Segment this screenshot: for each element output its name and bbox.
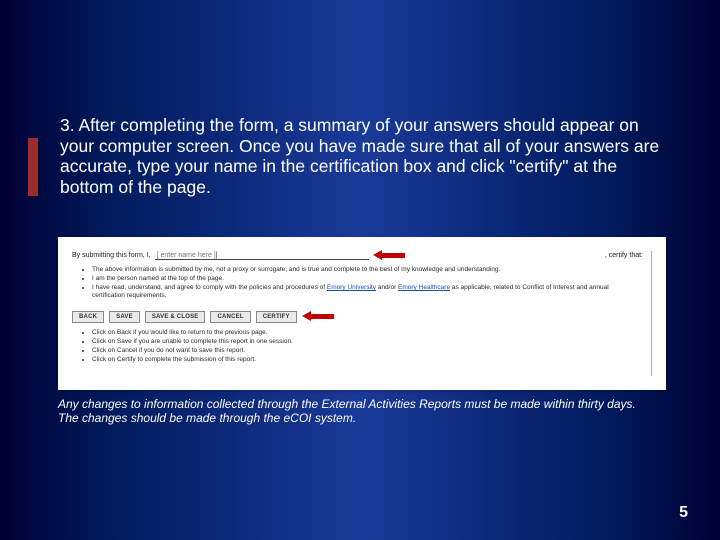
instruction-text: 3. After completing the form, a summary …	[60, 115, 660, 198]
list-item: The above information is submitted by me…	[92, 266, 643, 274]
name-placeholder: [ enter name here ]	[157, 252, 216, 259]
list-item: Click on Cancel if you do not want to sa…	[92, 347, 643, 355]
link-emory-healthcare[interactable]: Emory Healthcare	[398, 284, 450, 291]
instruction-bullets: Click on Back if you would like to retur…	[72, 329, 643, 364]
save-button[interactable]: SAVE	[109, 311, 140, 323]
button-row: BACK SAVE SAVE & CLOSE CANCEL CERTIFY	[72, 311, 643, 323]
link-emory-university[interactable]: Emory University	[327, 284, 376, 291]
certification-bullets: The above information is submitted by me…	[72, 266, 643, 301]
list-item: I have read, understand, and agree to co…	[92, 284, 643, 301]
cancel-button[interactable]: CANCEL	[210, 311, 250, 323]
back-button[interactable]: BACK	[72, 311, 104, 323]
arrow-left-icon	[373, 251, 405, 260]
form-content: By submitting this form, I, [ enter name…	[72, 251, 652, 376]
arrow-left-icon	[302, 312, 334, 321]
footer-line-1: Any changes to information collected thr…	[58, 397, 636, 411]
intro-suffix: , certify that:	[605, 252, 643, 259]
name-input[interactable]: [ enter name here ]|	[155, 252, 369, 260]
form-screenshot: By submitting this form, I, [ enter name…	[58, 237, 666, 390]
slide: 3. After completing the form, a summary …	[0, 0, 720, 540]
list-item: Click on Certify to complete the submiss…	[92, 356, 643, 364]
certify-button[interactable]: CERTIFY	[256, 311, 297, 323]
list-item: Click on Save if you are unable to compl…	[92, 338, 643, 346]
list-item: I am the person named at the top of the …	[92, 275, 643, 283]
save-close-button[interactable]: SAVE & CLOSE	[145, 311, 206, 323]
footer-line-2: The changes should be made through the e…	[58, 411, 356, 425]
list-item: Click on Back if you would like to retur…	[92, 329, 643, 337]
intro-prefix: By submitting this form, I,	[72, 252, 151, 259]
footer-note: Any changes to information collected thr…	[58, 398, 666, 426]
certification-intro: By submitting this form, I, [ enter name…	[72, 251, 643, 260]
page-number: 5	[679, 504, 688, 522]
accent-bar	[28, 138, 38, 196]
